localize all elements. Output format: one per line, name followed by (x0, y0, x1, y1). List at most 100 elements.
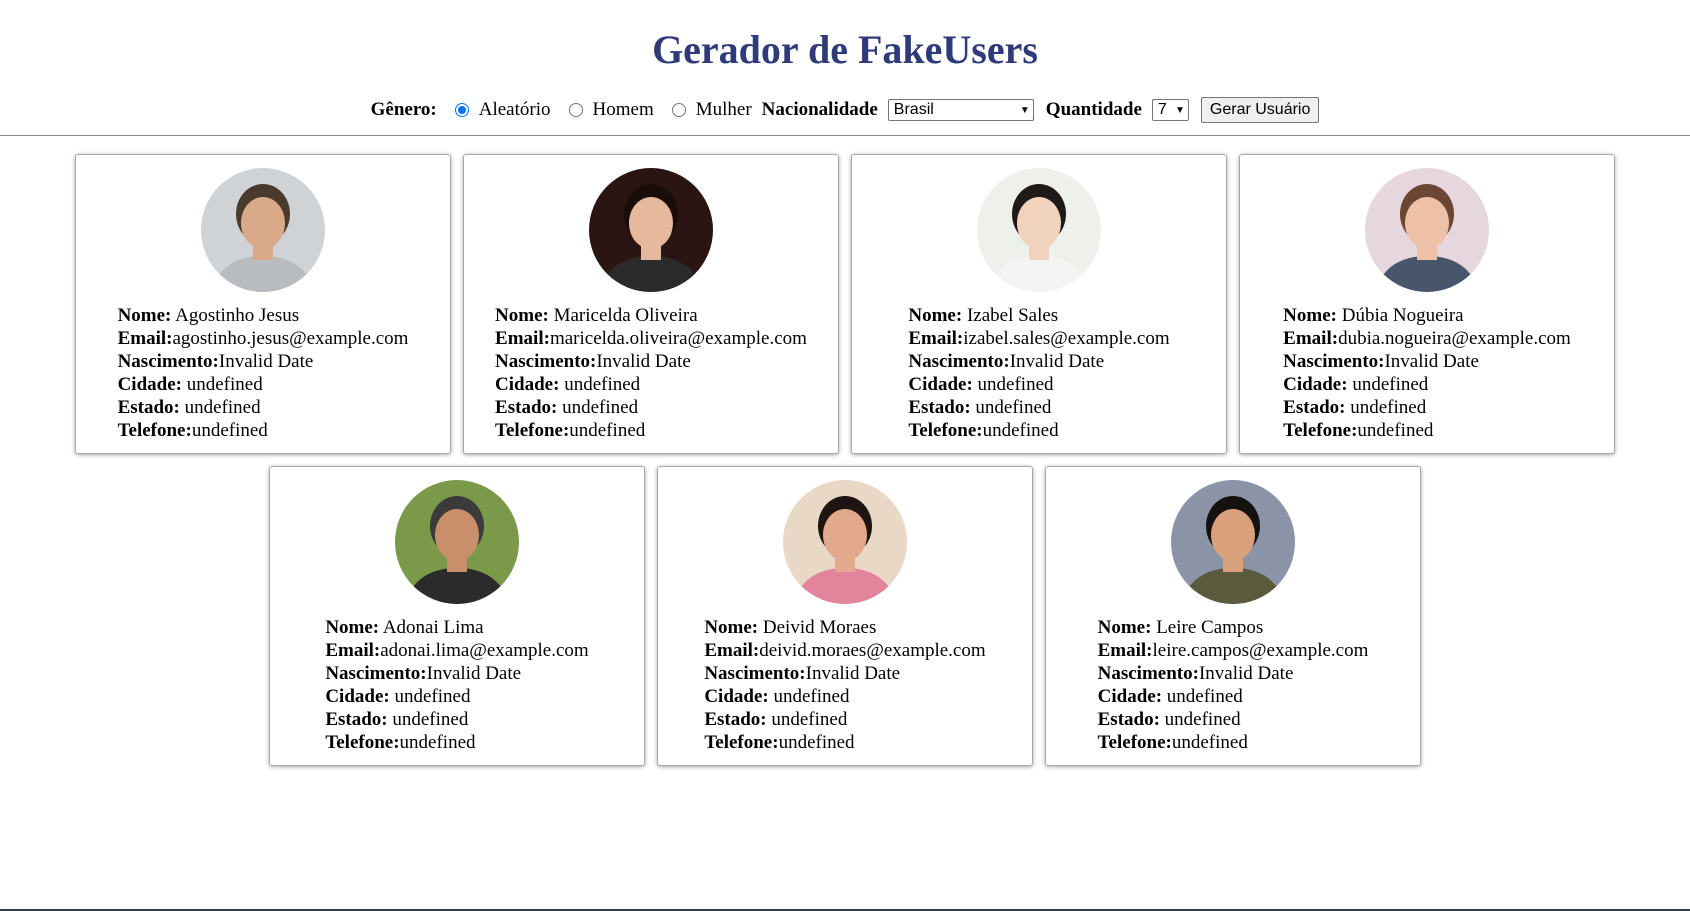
nome-label: Nome: (908, 305, 963, 326)
telefone-row: Telefone:undefined (1098, 731, 1369, 754)
nascimento-label: Nascimento: (704, 663, 806, 684)
nome-row: Nome: Deivid Moraes (704, 616, 985, 639)
estado-row: Estado: undefined (495, 396, 807, 419)
radio-homem-button[interactable] (568, 103, 583, 117)
email-row: Email:leire.campos@example.com (1098, 639, 1369, 662)
avatar-photo (589, 168, 713, 292)
nome-label: Nome: (704, 617, 759, 638)
avatar-photo (201, 168, 325, 292)
avatar (1365, 168, 1489, 292)
estado-value: undefined (1164, 709, 1241, 730)
estado-row: Estado: undefined (908, 396, 1169, 419)
nome-label: Nome: (117, 305, 172, 326)
email-value: deivid.moraes@example.com (759, 640, 986, 661)
nome-row: Nome: Dúbia Nogueira (1283, 304, 1571, 327)
telefone-label: Telefone: (117, 420, 192, 441)
estado-label: Estado: (117, 397, 180, 418)
telefone-row: Telefone:undefined (704, 731, 985, 754)
estado-label: Estado: (1283, 397, 1346, 418)
email-label: Email: (704, 640, 760, 661)
nascimento-value: Invalid Date (218, 351, 314, 372)
cidade-row: Cidade: undefined (325, 685, 588, 708)
telefone-row: Telefone:undefined (908, 419, 1169, 442)
email-label: Email: (117, 328, 173, 349)
chevron-down-icon: ▼ (1174, 104, 1185, 116)
telefone-value: undefined (569, 420, 646, 441)
estado-row: Estado: undefined (704, 708, 985, 731)
nome-label: Nome: (1283, 305, 1337, 326)
radio-aleatorio[interactable]: Aleatório (447, 99, 551, 121)
avatar-photo (783, 480, 907, 604)
avatar-photo (1171, 480, 1295, 604)
user-card: Nome: Dúbia Nogueira Email:dubia.nogueir… (1239, 154, 1615, 454)
nacionalidade-label: Nacionalidade (761, 99, 878, 120)
nascimento-row: Nascimento:Invalid Date (118, 350, 409, 373)
nascimento-label: Nascimento: (325, 663, 427, 684)
cidade-value: undefined (1352, 374, 1429, 395)
cidade-row: Cidade: undefined (1283, 373, 1571, 396)
nome-row: Nome: Izabel Sales (908, 304, 1169, 327)
nacionalidade-select[interactable]: Brasil ▼ (887, 99, 1034, 121)
user-info: Nome: Adonai Lima Email:adonai.lima@exam… (325, 616, 588, 754)
telefone-row: Telefone:undefined (118, 419, 409, 442)
nome-value: Agostinho Jesus (175, 305, 300, 326)
nascimento-row: Nascimento:Invalid Date (1098, 662, 1369, 685)
controls-bar: Gênero: Aleatório Homem Mulher Nacionali… (0, 94, 1690, 126)
quantidade-select[interactable]: 7 ▼ (1151, 99, 1189, 121)
radio-mulher[interactable]: Mulher (664, 99, 752, 121)
cidade-row: Cidade: undefined (704, 685, 985, 708)
nascimento-label: Nascimento: (1097, 663, 1199, 684)
nome-value: Deivid Moraes (762, 617, 877, 638)
nome-row: Nome: Leire Campos (1098, 616, 1369, 639)
radio-aleatorio-label: Aleatório (478, 99, 551, 120)
nome-label: Nome: (495, 305, 549, 326)
email-row: Email:deivid.moraes@example.com (704, 639, 985, 662)
telefone-label: Telefone: (1283, 420, 1358, 441)
avatar (201, 168, 325, 292)
cidade-row: Cidade: undefined (495, 373, 807, 396)
gerar-usuario-button[interactable]: Gerar Usuário (1200, 97, 1320, 123)
estado-label: Estado: (325, 709, 388, 730)
nome-value: Maricelda Oliveira (553, 305, 698, 326)
telefone-label: Telefone: (908, 420, 983, 441)
radio-homem[interactable]: Homem (561, 99, 654, 121)
user-card: Nome: Leire Campos Email:leire.campos@ex… (1045, 466, 1421, 766)
nome-row: Nome: Agostinho Jesus (118, 304, 409, 327)
telefone-row: Telefone:undefined (325, 731, 588, 754)
estado-label: Estado: (908, 397, 971, 418)
avatar (977, 168, 1101, 292)
email-row: Email:adonai.lima@example.com (325, 639, 588, 662)
nascimento-label: Nascimento: (117, 351, 219, 372)
estado-row: Estado: undefined (1283, 396, 1571, 419)
email-value: adonai.lima@example.com (380, 640, 589, 661)
cidade-value: undefined (186, 374, 263, 395)
user-card: Nome: Agostinho Jesus Email:agostinho.je… (75, 154, 451, 454)
email-row: Email:maricelda.oliveira@example.com (495, 327, 807, 350)
avatar-photo (977, 168, 1101, 292)
nome-row: Nome: Maricelda Oliveira (495, 304, 807, 327)
radio-homem-label: Homem (592, 99, 654, 120)
user-info: Nome: Izabel Sales Email:izabel.sales@ex… (908, 304, 1169, 442)
email-value: agostinho.jesus@example.com (172, 328, 409, 349)
estado-value: undefined (975, 397, 1052, 418)
nascimento-row: Nascimento:Invalid Date (1283, 350, 1571, 373)
email-row: Email:izabel.sales@example.com (908, 327, 1169, 350)
estado-value: undefined (184, 397, 261, 418)
quantidade-value: 7 (1157, 101, 1167, 118)
telefone-value: undefined (982, 420, 1059, 441)
estado-value: undefined (1350, 397, 1427, 418)
email-row: Email:dubia.nogueira@example.com (1283, 327, 1571, 350)
nascimento-value: Invalid Date (1009, 351, 1105, 372)
email-label: Email: (325, 640, 381, 661)
estado-row: Estado: undefined (1098, 708, 1369, 731)
cidade-value: undefined (1166, 686, 1243, 707)
nascimento-row: Nascimento:Invalid Date (495, 350, 807, 373)
estado-label: Estado: (1097, 709, 1160, 730)
nascimento-row: Nascimento:Invalid Date (325, 662, 588, 685)
estado-row: Estado: undefined (325, 708, 588, 731)
radio-aleatorio-button[interactable] (454, 103, 469, 117)
cidade-label: Cidade: (704, 686, 769, 707)
radio-mulher-label: Mulher (695, 99, 752, 120)
radio-mulher-button[interactable] (671, 103, 686, 117)
cidade-row: Cidade: undefined (118, 373, 409, 396)
